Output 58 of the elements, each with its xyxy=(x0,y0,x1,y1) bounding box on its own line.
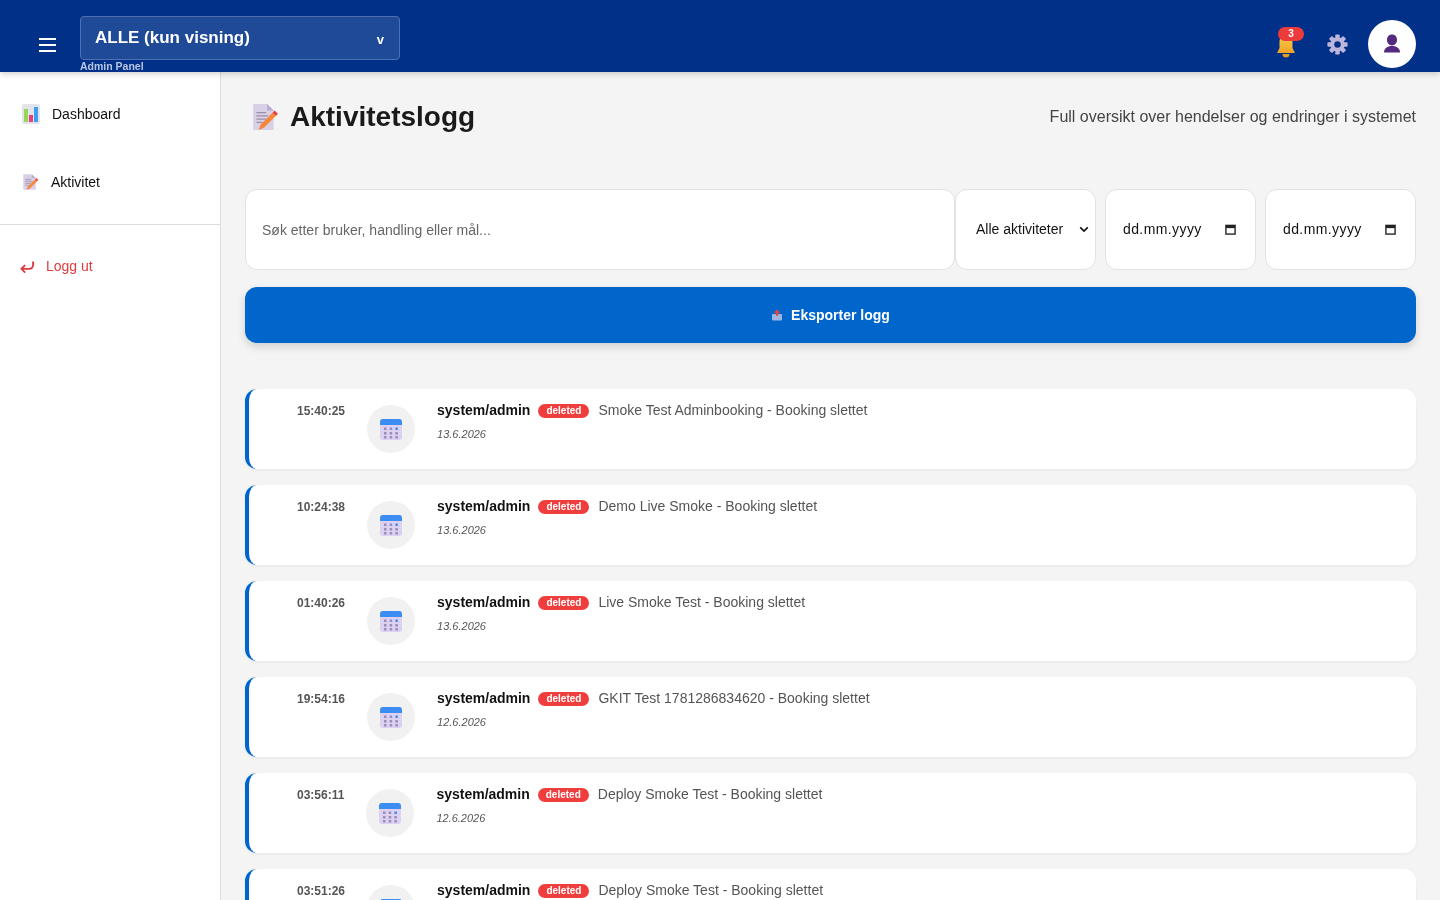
memo-icon xyxy=(251,103,279,131)
entry-description: Live Smoke Test - Booking slettet xyxy=(598,594,806,611)
calendar-icon xyxy=(367,405,416,453)
entry-time: 03:51:26 xyxy=(297,884,346,899)
date-field[interactable]: dd.mm.yyyy xyxy=(1105,189,1256,270)
return-arrow-icon xyxy=(19,259,36,273)
settings-icon[interactable] xyxy=(1327,33,1348,55)
search-field[interactable]: Søk etter bruker, handling eller mål... xyxy=(245,189,955,270)
entry-time: 19:54:16 xyxy=(297,692,346,707)
entry-date: 12.6.2026 xyxy=(436,812,486,825)
entry-user: system/admin xyxy=(437,594,531,611)
entry-time: 03:56:11 xyxy=(297,788,345,803)
notification-count: 3 xyxy=(1278,27,1304,41)
action-type-tag: deleted xyxy=(538,883,590,898)
logout-link[interactable]: Logg ut xyxy=(19,255,93,277)
entry-user: system/admin xyxy=(436,786,530,803)
entry-time: 10:24:38 xyxy=(297,500,346,515)
menu-icon[interactable] xyxy=(39,38,56,52)
entry-description: Deploy Smoke Test - Booking slettet xyxy=(597,786,823,803)
calendar-icon xyxy=(367,693,416,741)
user-avatar-icon[interactable] xyxy=(1368,20,1416,68)
entry-description: Demo Live Smoke - Booking slettet xyxy=(598,498,818,515)
calendar-icon xyxy=(1225,224,1236,235)
bar-chart-icon xyxy=(22,104,40,124)
entry-date: 12.6.2026 xyxy=(437,716,486,729)
entry-user: system/admin xyxy=(437,690,531,707)
memo-icon xyxy=(22,173,39,191)
entry-date: 13.6.2026 xyxy=(437,524,486,537)
entry-description: Deploy Smoke Test - Booking slettet xyxy=(598,882,824,899)
entry-time: 15:40:25 xyxy=(297,404,346,419)
entry-description: GKIT Test 1781286834620 - Booking slettet xyxy=(598,690,870,707)
action-type-tag: deleted xyxy=(538,691,590,706)
sidebar-item[interactable]: Dashboard xyxy=(22,103,121,125)
action-type-tag: deleted xyxy=(538,595,590,610)
entry-description: Smoke Test Adminbooking - Booking slettet xyxy=(598,402,868,419)
page-title: Aktivitetslogg xyxy=(290,100,476,134)
scope-selector[interactable]: ALLE (kun visning) v xyxy=(80,16,400,60)
entry-user: system/admin xyxy=(437,402,531,419)
panel-caption: Admin Panel xyxy=(80,60,144,72)
entry-date: 13.6.2026 xyxy=(437,620,486,633)
export-button[interactable]: Eksporter logg xyxy=(245,287,1416,343)
date-field[interactable]: dd.mm.yyyy xyxy=(1265,189,1416,270)
activity-select[interactable]: Alle aktiviteter xyxy=(955,189,1096,270)
calendar-icon xyxy=(1385,224,1396,235)
calendar-icon xyxy=(367,597,416,645)
page-subtitle: Full oversikt over hendelser og endringer i systemet xyxy=(1049,107,1416,127)
chevron-down-icon xyxy=(1079,226,1089,233)
entry-time: 01:40:26 xyxy=(297,596,346,611)
entry-user: system/admin xyxy=(437,498,531,515)
action-type-tag: deleted xyxy=(538,403,590,418)
sidebar-item[interactable]: Aktivitet xyxy=(22,171,100,193)
entry-date: 13.6.2026 xyxy=(437,428,486,441)
calendar-icon xyxy=(366,789,415,837)
calendar-icon xyxy=(367,501,416,549)
entry-user: system/admin xyxy=(437,882,531,899)
outbox-tray-icon xyxy=(771,309,784,321)
action-type-tag: deleted xyxy=(538,499,590,514)
action-type-tag: deleted xyxy=(537,787,589,802)
